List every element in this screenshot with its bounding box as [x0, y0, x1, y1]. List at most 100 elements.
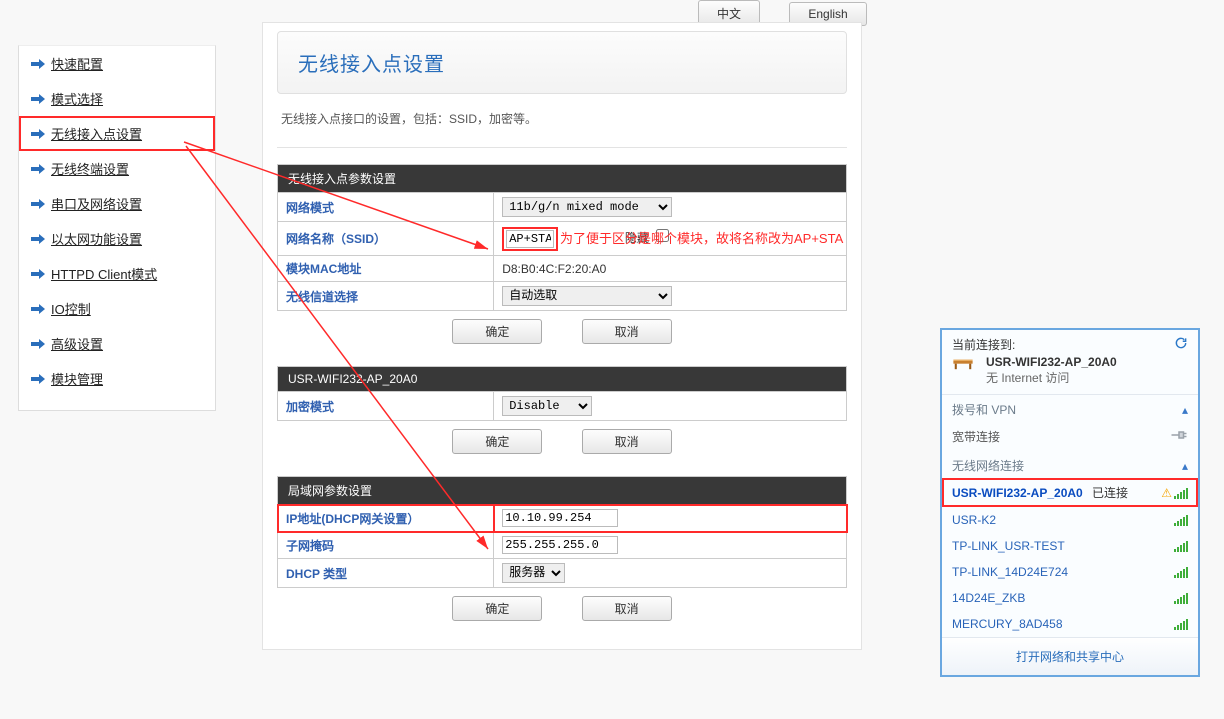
plug-icon [1170, 429, 1188, 444]
row-mac-label: 模块MAC地址 [278, 256, 494, 282]
sidebar-item-2[interactable]: 无线接入点设置 [19, 116, 215, 151]
sidebar-item-1[interactable]: 模式选择 [19, 81, 215, 116]
arrow-right-icon [31, 339, 45, 349]
broadband-item[interactable]: 宽带连接 [942, 422, 1198, 451]
btn-row-ap: 确定 取消 [277, 319, 847, 344]
divider [277, 147, 847, 148]
signal-icon [1174, 487, 1188, 499]
sidebar-item-0[interactable]: 快速配置 [19, 46, 215, 81]
page-title: 无线接入点设置 [277, 31, 847, 94]
row-channel-label: 无线信道选择 [278, 282, 494, 311]
arrow-right-icon [31, 304, 45, 314]
ssid-input[interactable] [506, 230, 554, 248]
signal-icon [1174, 540, 1188, 552]
wifi-network-item[interactable]: TP-LINK_14D24E724 [942, 559, 1198, 585]
row-enc-label: 加密模式 [278, 392, 494, 421]
ok-button[interactable]: 确定 [452, 596, 542, 621]
wifi-network-name: TP-LINK_USR-TEST [952, 539, 1065, 553]
signal-icon [1174, 514, 1188, 526]
row-ssid-label: 网络名称（SSID） [278, 222, 494, 256]
sidebar-item-label: 无线接入点设置 [51, 124, 142, 143]
wifi-current-network: USR-WIFI232-AP_20A0 [986, 355, 1117, 369]
sidebar: 快速配置模式选择无线接入点设置无线终端设置串口及网络设置以太网功能设置 HTTPD… [18, 45, 216, 411]
ok-button[interactable]: 确定 [452, 429, 542, 454]
row-network-mode-label: 网络模式 [278, 193, 494, 222]
sidebar-item-label: HTTPD Client模式 [51, 264, 157, 283]
sidebar-item-7[interactable]: IO控制 [19, 291, 215, 326]
chevron-up-icon: ▴ [1182, 403, 1188, 417]
wifi-current-status: 无 Internet 访问 [986, 369, 1117, 386]
wifi-network-item[interactable]: USR-K2 [942, 507, 1198, 533]
table-enc-header: USR-WIFI232-AP_20A0 [278, 367, 847, 392]
sidebar-item-label: 串口及网络设置 [51, 194, 142, 213]
wifi-popup: 当前连接到: USR-WIFI232-AP_20A0 无 Internet 访问… [940, 328, 1200, 677]
wifi-network-item[interactable]: USR-WIFI232-AP_20A0 已连接 ⚠ [942, 478, 1198, 507]
arrow-right-icon [31, 234, 45, 244]
cancel-button[interactable]: 取消 [582, 596, 672, 621]
row-dhcp-label: DHCP 类型 [278, 559, 494, 588]
mask-input[interactable] [502, 536, 618, 554]
arrow-right-icon [31, 164, 45, 174]
cancel-button[interactable]: 取消 [582, 319, 672, 344]
wifi-network-item[interactable]: TP-LINK_USR-TEST [942, 533, 1198, 559]
wifi-network-name: 14D24E_ZKB [952, 591, 1025, 605]
sidebar-item-5[interactable]: 以太网功能设置 [19, 221, 215, 256]
enc-mode-select[interactable]: Disable [502, 396, 592, 416]
table-ap-header: 无线接入点参数设置 [278, 165, 847, 193]
wifi-network-name: TP-LINK_14D24E724 [952, 565, 1068, 579]
page-title-text: 无线接入点设置 [298, 48, 826, 77]
table-lan-header: 局域网参数设置 [278, 477, 847, 505]
signal-icon [1174, 592, 1188, 604]
network-mode-select[interactable]: 11b/g/n mixed mode [502, 197, 672, 217]
table-enc: USR-WIFI232-AP_20A0 加密模式 Disable [277, 366, 847, 421]
main-panel: 无线接入点设置 无线接入点接口的设置，包括：SSID，加密等。 无线接入点参数设… [262, 22, 862, 650]
annotation-text: 为了便于区分是哪个模块，故将名称改为AP+STA [560, 228, 843, 247]
sidebar-item-8[interactable]: 高级设置 [19, 326, 215, 361]
wifi-network-name: MERCURY_8AD458 [952, 617, 1063, 631]
arrow-right-icon [31, 59, 45, 69]
sidebar-item-label: 以太网功能设置 [51, 229, 142, 248]
btn-row-lan: 确定 取消 [277, 596, 847, 621]
row-mac-value: D8:B0:4C:F2:20:A0 [494, 256, 847, 282]
row-mask-label: 子网掩码 [278, 532, 494, 559]
sidebar-item-label: 无线终端设置 [51, 159, 129, 178]
signal-icon [1174, 618, 1188, 630]
wifi-network-name: USR-WIFI232-AP_20A0 已连接 [952, 484, 1128, 501]
sidebar-item-3[interactable]: 无线终端设置 [19, 151, 215, 186]
wifi-current-section: 当前连接到: USR-WIFI232-AP_20A0 无 Internet 访问 [942, 330, 1198, 395]
dhcp-type-select[interactable]: 服务器 [502, 563, 565, 583]
sidebar-item-4[interactable]: 串口及网络设置 [19, 186, 215, 221]
page-description: 无线接入点接口的设置，包括：SSID，加密等。 [277, 108, 847, 141]
arrow-right-icon [31, 269, 45, 279]
arrow-right-icon [31, 129, 45, 139]
chevron-up-icon: ▴ [1182, 459, 1188, 473]
bench-icon [952, 355, 980, 371]
warning-icon: ⚠ [1161, 486, 1172, 500]
wifi-cat-wlan[interactable]: 无线网络连接 ▴ [942, 451, 1198, 478]
ip-input[interactable] [502, 509, 618, 527]
sidebar-item-label: 高级设置 [51, 334, 103, 353]
refresh-icon[interactable] [1174, 336, 1188, 353]
arrow-right-icon [31, 199, 45, 209]
wifi-cat-dial[interactable]: 拨号和 VPN ▴ [942, 395, 1198, 422]
wifi-network-item[interactable]: 14D24E_ZKB [942, 585, 1198, 611]
sidebar-item-label: 快速配置 [51, 54, 103, 73]
arrow-right-icon [31, 94, 45, 104]
sidebar-item-label: 模块管理 [51, 369, 103, 388]
sidebar-item-9[interactable]: 模块管理 [19, 361, 215, 396]
wifi-network-name: USR-K2 [952, 513, 996, 527]
ok-button[interactable]: 确定 [452, 319, 542, 344]
signal-icon [1174, 566, 1188, 578]
wifi-open-center-link[interactable]: 打开网络和共享中心 [942, 637, 1198, 675]
btn-row-enc: 确定 取消 [277, 429, 847, 454]
sidebar-item-label: IO控制 [51, 299, 91, 318]
sidebar-item-6[interactable]: HTTPD Client模式 [19, 256, 215, 291]
table-lan: 局域网参数设置 IP地址(DHCP网关设置） 子网掩码 DHCP 类型 服务器 [277, 476, 847, 588]
channel-select[interactable]: 自动选取 [502, 286, 672, 306]
arrow-right-icon [31, 374, 45, 384]
wifi-network-item[interactable]: MERCURY_8AD458 [942, 611, 1198, 637]
row-ip-label: IP地址(DHCP网关设置） [278, 505, 494, 532]
cancel-button[interactable]: 取消 [582, 429, 672, 454]
wifi-current-label: 当前连接到: [952, 336, 1015, 353]
sidebar-item-label: 模式选择 [51, 89, 103, 108]
